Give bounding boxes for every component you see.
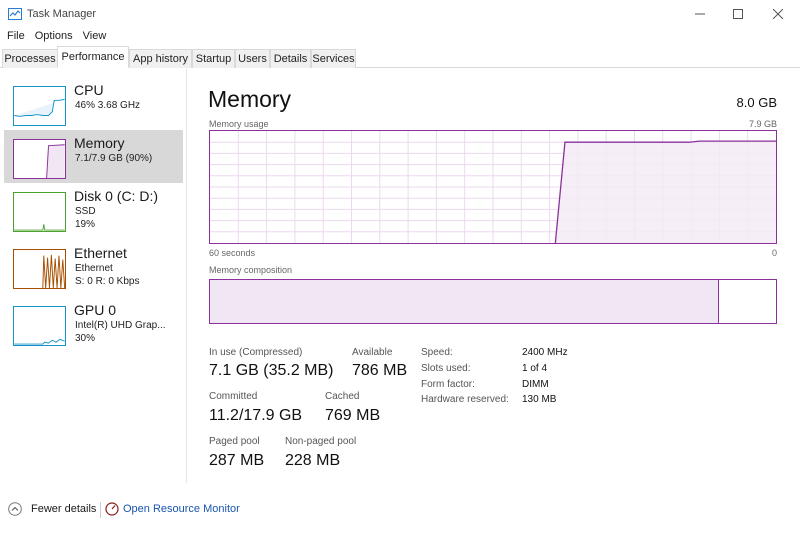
tab-details[interactable]: Details (270, 49, 311, 68)
menu-file[interactable]: File (0, 28, 25, 46)
tab-bar: Processes Performance App history Startu… (0, 46, 800, 68)
available-value: 786 MB (352, 362, 408, 379)
graph-axis-left-label: 60 seconds (209, 248, 256, 258)
close-button[interactable] (758, 0, 798, 28)
hardware-reserved-label: Hardware reserved: (421, 394, 509, 405)
speed-value: 2400 MHz (522, 347, 568, 358)
tab-performance[interactable]: Performance (57, 46, 129, 68)
memory-total: 8.0 GB (736, 95, 777, 110)
minimize-icon (695, 13, 705, 15)
slots-used-label: Slots used: (421, 363, 471, 374)
sidebar-item-disk[interactable]: Disk 0 (C: D:) SSD 19% (4, 183, 183, 236)
memory-usage-max: 7.9 GB (748, 119, 777, 129)
menu-options[interactable]: Options (28, 28, 73, 46)
menu-view[interactable]: View (76, 28, 107, 46)
maximize-icon (733, 9, 743, 19)
sidebar-item-label: Disk 0 (C: D:) (74, 188, 158, 204)
in-use-value: 7.1 GB (35.2 MB) (209, 362, 334, 379)
non-paged-pool-value: 228 MB (285, 452, 341, 469)
open-resource-monitor-link[interactable]: Open Resource Monitor (105, 502, 240, 516)
sidebar-item-detail-2: 19% (75, 219, 96, 230)
tab-processes[interactable]: Processes (2, 49, 58, 68)
graph-axis-right-label: 0 (771, 248, 777, 258)
cached-label: Cached (325, 391, 360, 402)
speed-label: Speed: (421, 347, 453, 358)
non-paged-pool-label: Non-paged pool (285, 436, 357, 447)
minimize-button[interactable] (680, 0, 720, 28)
resource-sidebar: CPU 46% 3.68 GHz Memory 7.1/7.9 GB (90%)… (0, 69, 187, 483)
cpu-thumbnail-graph (13, 86, 66, 126)
committed-label: Committed (209, 391, 258, 402)
tab-users[interactable]: Users (235, 49, 270, 68)
window-title: Task Manager (27, 8, 97, 20)
memory-composition-label: Memory composition (209, 265, 293, 275)
slots-used-value: 1 of 4 (522, 363, 548, 374)
memory-usage-label: Memory usage (209, 119, 269, 129)
form-factor-label: Form factor: (421, 379, 475, 390)
sidebar-item-detail: Intel(R) UHD Grap... (75, 320, 166, 331)
memory-usage-graph (209, 130, 777, 244)
sidebar-item-detail: Ethernet (75, 263, 113, 274)
task-manager-icon (8, 8, 22, 20)
sidebar-item-cpu[interactable]: CPU 46% 3.68 GHz (4, 77, 183, 130)
ethernet-thumbnail-graph (13, 249, 66, 289)
sidebar-item-gpu[interactable]: GPU 0 Intel(R) UHD Grap... 30% (4, 297, 183, 350)
close-icon (773, 9, 783, 19)
cached-value: 769 MB (325, 407, 381, 424)
menu-bar: File Options View (0, 28, 109, 46)
tab-app-history[interactable]: App history (129, 49, 192, 68)
sidebar-item-label: GPU 0 (74, 302, 117, 318)
sidebar-item-label: Ethernet (74, 245, 127, 261)
open-resource-monitor-label: Open Resource Monitor (123, 503, 240, 515)
sidebar-item-ethernet[interactable]: Ethernet Ethernet S: 0 R: 0 Kbps (4, 240, 183, 293)
title-bar: Task Manager (0, 0, 800, 28)
chevron-up-icon (8, 502, 22, 516)
form-factor-value: DIMM (522, 379, 549, 390)
maximize-button[interactable] (718, 0, 758, 28)
composition-in-use-segment (210, 280, 720, 323)
in-use-label: In use (Compressed) (209, 347, 303, 358)
memory-thumbnail-graph (13, 139, 66, 179)
sidebar-item-memory[interactable]: Memory 7.1/7.9 GB (90%) (4, 130, 183, 183)
page-title: Memory (208, 86, 292, 112)
sidebar-item-detail-2: 30% (75, 333, 96, 344)
hardware-reserved-value: 130 MB (522, 394, 557, 405)
tab-startup[interactable]: Startup (192, 49, 235, 68)
resource-monitor-icon (105, 502, 119, 516)
tab-services[interactable]: Services (311, 49, 356, 68)
fewer-details-button[interactable]: Fewer details (8, 502, 96, 516)
available-label: Available (352, 347, 393, 358)
paged-pool-value: 287 MB (209, 452, 265, 469)
footer-bar: Fewer details Open Resource Monitor (0, 496, 800, 526)
sidebar-item-detail: SSD (75, 206, 96, 217)
footer-separator (100, 502, 101, 518)
sidebar-item-detail: 46% 3.68 GHz (75, 100, 141, 111)
gpu-thumbnail-graph (13, 306, 66, 346)
sidebar-item-detail: 7.1/7.9 GB (90%) (75, 153, 153, 164)
sidebar-item-detail-2: S: 0 R: 0 Kbps (75, 276, 140, 287)
committed-value: 11.2/17.9 GB (209, 407, 303, 424)
memory-usage-area (555, 141, 776, 243)
sidebar-item-label: Memory (74, 135, 125, 151)
fewer-details-label: Fewer details (31, 503, 97, 515)
paged-pool-label: Paged pool (209, 436, 260, 447)
sidebar-item-label: CPU (74, 82, 104, 98)
memory-composition-bar (209, 279, 777, 324)
disk-thumbnail-graph (13, 192, 66, 232)
